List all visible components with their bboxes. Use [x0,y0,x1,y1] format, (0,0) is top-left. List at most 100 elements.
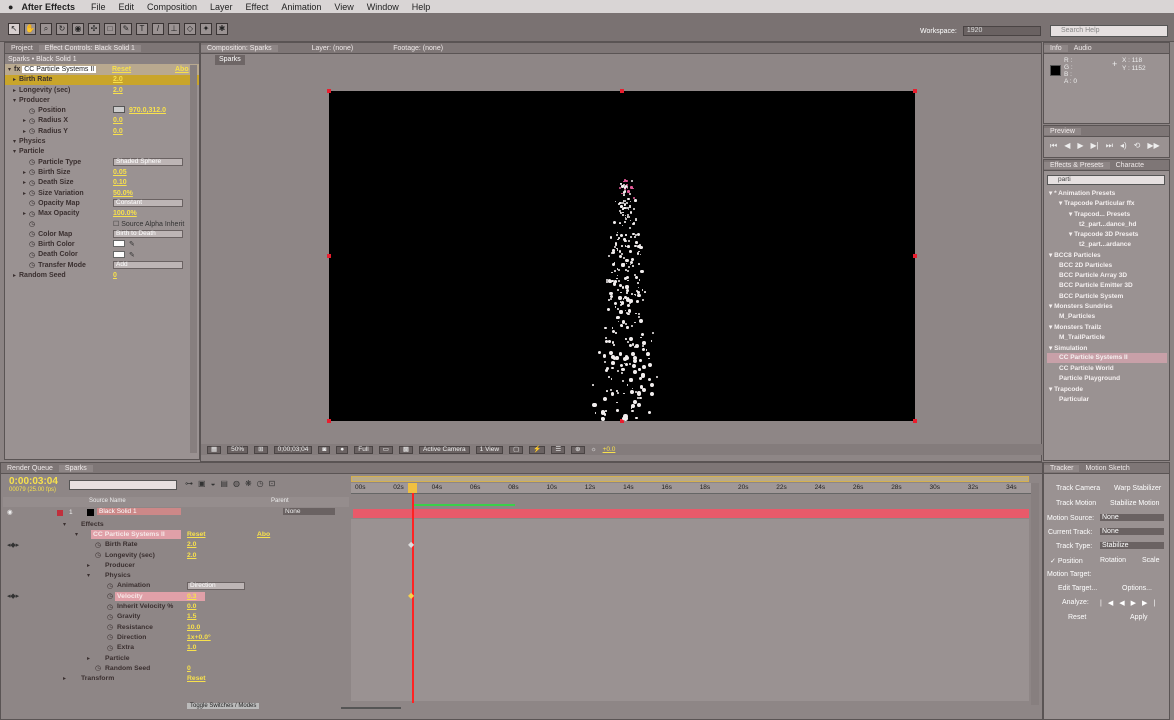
timeline-property-value[interactable]: 0 [187,665,191,672]
layer-parent-select[interactable]: None [283,508,335,515]
timeline-property-value[interactable]: 0.0 [187,603,196,610]
layer-bounding-handle[interactable] [913,419,917,423]
stopwatch-icon[interactable]: ◷ [29,179,35,187]
timeline-search-input[interactable] [69,480,177,490]
stopwatch-icon[interactable]: ◷ [29,251,35,259]
menu-view[interactable]: View [334,2,353,12]
effects-preset-item[interactable]: BCC Particle System [1047,291,1167,301]
timeline-property-row[interactable]: ◷ Longevity (sec) 2.0 [3,550,349,560]
position-checkbox[interactable]: ✓ Position [1050,557,1083,565]
timeline-property-row[interactable]: ◷ Velocity 0.3 ◂◆▸ [3,591,349,601]
menu-layer[interactable]: Layer [210,2,233,12]
stopwatch-icon[interactable]: ◷ [107,582,113,590]
tab-effects-presets[interactable]: Effects & Presets [1044,161,1110,169]
tab-project[interactable]: Project [5,45,39,52]
fast-preview-icon[interactable]: ⚡ [529,445,546,454]
track-type-select[interactable]: Stabilize [1100,542,1164,549]
puppet-tool-icon[interactable]: ✱ [216,23,228,35]
tab-audio[interactable]: Audio [1068,45,1098,52]
effect-property-row[interactable]: ▸ Birth Rate 2.0 [5,74,199,85]
effect-property-value[interactable]: 0 [113,272,117,279]
effects-preset-item[interactable]: ▾ Trapcod... Presets [1047,209,1167,219]
keyframe-velocity[interactable]: ◆ [408,591,414,600]
layer-label-color[interactable] [57,510,63,516]
stopwatch-icon[interactable]: ◷ [29,107,35,115]
source-name-header[interactable]: Source Name [89,498,126,504]
stopwatch-icon[interactable]: ◷ [29,220,35,228]
camera-tool-icon[interactable]: ◉ [72,23,84,35]
timeline-property-row[interactable]: ◷ Random Seed 0 [3,663,349,673]
timeline-property-value[interactable]: 10.0 [187,624,200,631]
expand-triangle-icon[interactable]: ▾ [75,531,78,538]
tab-tracker[interactable]: Tracker [1044,464,1080,472]
expand-triangle-icon[interactable]: ▸ [87,562,90,569]
stopwatch-icon[interactable]: ◷ [95,551,101,559]
effect-property-value[interactable]: 0.10 [113,179,127,186]
effects-preset-item[interactable]: CC Particle Systems II [1047,352,1167,364]
effects-preset-item[interactable]: Particular [1047,394,1167,404]
effects-preset-item[interactable]: Particle Playground [1047,373,1167,383]
timeline-property-row[interactable]: ▸ Transform Reset [3,673,349,683]
auto-keyframe-icon[interactable]: ◷ [257,479,264,488]
workspace-select[interactable]: 1920 [962,26,1041,36]
tab-effect-controls[interactable]: Effect Controls: Black Solid 1 [38,44,141,52]
effect-property-row[interactable]: ◷ Death Color ✎ [5,250,199,260]
effects-preset-item[interactable]: ▾ Simulation [1047,342,1167,352]
effect-property-value[interactable]: 2.0 [113,76,123,83]
timeline-icon[interactable]: ☰ [551,445,566,454]
grid-icon[interactable]: ▦ [207,445,222,454]
effect-property-row[interactable]: ◷ Birth Color ✎ [5,239,199,249]
stopwatch-icon[interactable]: ◷ [107,603,113,611]
tab-character[interactable]: Characte [1110,162,1150,169]
ram-preview-icon[interactable]: ▶▶ [1147,141,1159,151]
eyedropper-icon[interactable]: ✎ [129,251,135,259]
search-help-input[interactable]: Search Help [1050,25,1168,37]
edit-target-button[interactable]: Edit Target... [1058,585,1097,592]
stopwatch-icon[interactable]: ◷ [95,541,101,549]
menu-help[interactable]: Help [412,2,431,12]
motion-blur-icon[interactable]: ◍ [233,479,240,488]
frame-blending-icon[interactable]: ▤ [220,479,228,488]
work-area-bar[interactable] [351,476,1029,482]
effect-property-value[interactable]: 0.0 [113,117,123,124]
effects-preset-item[interactable]: M_Particles [1047,312,1167,322]
menu-window[interactable]: Window [367,2,399,12]
tab-info[interactable]: Info [1044,44,1068,52]
effects-preset-item[interactable]: t2_part...dance_hd [1047,219,1167,229]
type-tool-icon[interactable]: T [136,23,148,35]
stopwatch-icon[interactable]: ◷ [107,644,113,652]
prev-frame-icon[interactable]: ◀ [1064,141,1070,151]
layer-bounding-handle[interactable] [913,89,917,93]
hand-tool-icon[interactable]: ✋ [24,23,36,35]
menu-effect[interactable]: Effect [246,2,269,12]
audio-icon[interactable]: ◂) [1120,141,1127,151]
tracker-reset-button[interactable]: Reset [1068,614,1086,621]
color-swatch[interactable] [113,240,125,248]
layer-bounding-handle[interactable] [913,254,917,258]
brush-tool-icon[interactable]: / [152,23,164,35]
layer-bounding-handle[interactable] [620,89,624,93]
zoom-select[interactable]: 50% [227,445,249,454]
keyframe-navigator-icon[interactable]: ◂◆▸ [7,541,19,549]
effects-preset-item[interactable]: ▾ Trapcode 3D Presets [1047,229,1167,239]
tab-render-queue[interactable]: Render Queue [1,465,59,472]
roto-tool-icon[interactable]: ✦ [200,23,212,35]
stopwatch-icon[interactable]: ◷ [29,230,35,238]
hide-shy-icon[interactable]: ◒ [211,479,216,488]
expand-triangle-icon[interactable]: ▾ [87,572,90,579]
stopwatch-icon[interactable]: ◷ [29,189,35,197]
tab-layer[interactable]: Layer: (none) [306,45,360,52]
effect-property-row[interactable]: ▸ ◷ Birth Size 0.05 [5,167,199,177]
apple-icon[interactable]: ● [8,2,13,12]
stopwatch-icon[interactable]: ◷ [107,633,113,641]
expand-triangle-icon[interactable]: ▾ [63,521,66,528]
stabilize-motion-button[interactable]: Stabilize Motion [1110,500,1159,507]
current-time-head[interactable] [408,483,417,493]
tab-sparks-timeline[interactable]: Sparks [58,464,93,472]
tab-motion-sketch[interactable]: Motion Sketch [1079,465,1135,472]
timeline-property-select[interactable]: Direction [187,581,245,590]
comp-mini-flowchart-icon[interactable]: ⊶ [185,479,193,488]
zoom-tool-icon[interactable]: ⌕ [40,23,52,35]
effects-preset-item[interactable]: ▾ Monsters Trailz [1047,322,1167,332]
layer-row[interactable]: ◉ 1 Black Solid 1 None [3,508,349,518]
